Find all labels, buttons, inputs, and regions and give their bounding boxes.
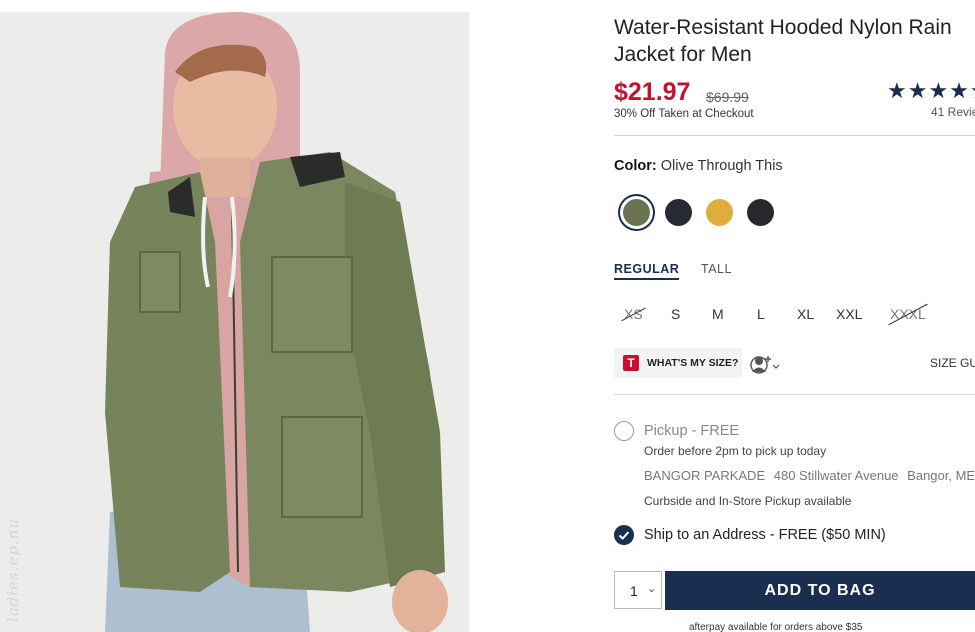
ship-radio[interactable] — [614, 525, 634, 545]
store-city: Bangor, ME — [907, 468, 975, 483]
watermark: ladies.ep.nu — [4, 517, 22, 622]
size-option-xxxl[interactable]: XXXL — [890, 306, 926, 322]
store-address: 480 Stillwater Avenue — [773, 468, 899, 483]
afterpay-note: afterpay available for orders above $35 — [689, 622, 863, 632]
promo-text: 30% Off Taken at Checkout — [614, 108, 754, 120]
chevron-down-icon: ⌄ — [647, 583, 657, 595]
true-fit-logo-icon: T — [623, 355, 639, 371]
quantity-value: 1 — [630, 583, 638, 599]
product-info-panel: Water-Resistant Hooded Nylon Rain Jacket… — [614, 0, 975, 632]
pickup-label: Pickup - FREE — [644, 423, 740, 439]
divider — [614, 394, 975, 395]
size-option-s[interactable]: S — [671, 306, 680, 322]
checkmark-icon — [618, 531, 630, 540]
rating-stars-icon[interactable]: ★★★★★ — [887, 78, 975, 104]
color-label: Color: — [614, 158, 657, 174]
pickup-radio[interactable] — [614, 421, 634, 441]
store-location-link[interactable]: BANGOR PARKADE 480 Stillwater Avenue Ban… — [644, 468, 975, 483]
size-option-m[interactable]: M — [712, 306, 724, 322]
add-to-bag-button[interactable]: ADD TO BAG — [665, 571, 975, 610]
pickup-cutoff-note: Order before 2pm to pick up today — [644, 444, 827, 458]
store-name: BANGOR PARKADE — [644, 468, 766, 483]
size-option-xl[interactable]: XL — [797, 306, 814, 322]
product-photo-illustration — [0, 12, 469, 632]
product-image[interactable]: ladies.ep.nu — [0, 12, 469, 632]
selected-color-name: Olive Through This — [660, 158, 783, 174]
product-title: Water-Resistant Hooded Nylon Rain Jacket… — [614, 16, 952, 66]
sale-price: $21.97 — [614, 78, 691, 106]
color-swatch-mustard[interactable] — [706, 199, 733, 226]
color-swatch-black[interactable] — [747, 199, 774, 226]
divider — [614, 135, 975, 136]
user-plus-icon[interactable] — [750, 353, 780, 375]
tab-tall[interactable]: TALL — [701, 262, 732, 276]
size-option-xxl[interactable]: XXL — [836, 306, 862, 322]
color-label-row: Color: Olive Through This — [614, 158, 783, 174]
quantity-select[interactable]: 1 ⌄ — [614, 571, 662, 609]
reviews-link[interactable]: 41 Reviews — [931, 105, 975, 119]
whats-my-size-button[interactable]: T WHAT'S MY SIZE? — [614, 348, 742, 378]
ship-label: Ship to an Address - FREE ($50 MIN) — [644, 527, 886, 543]
color-swatch-navy[interactable] — [665, 199, 692, 226]
size-option-xs[interactable]: XS — [624, 306, 643, 322]
original-price: $69.99 — [706, 89, 749, 105]
whats-my-size-label: WHAT'S MY SIZE? — [647, 357, 739, 369]
size-guide-link[interactable]: SIZE GUIDE — [930, 356, 975, 370]
color-swatch-olive[interactable] — [623, 199, 650, 226]
curbside-note: Curbside and In-Store Pickup available — [644, 494, 852, 508]
size-option-l[interactable]: L — [757, 306, 765, 322]
tab-regular[interactable]: REGULAR — [614, 262, 680, 280]
